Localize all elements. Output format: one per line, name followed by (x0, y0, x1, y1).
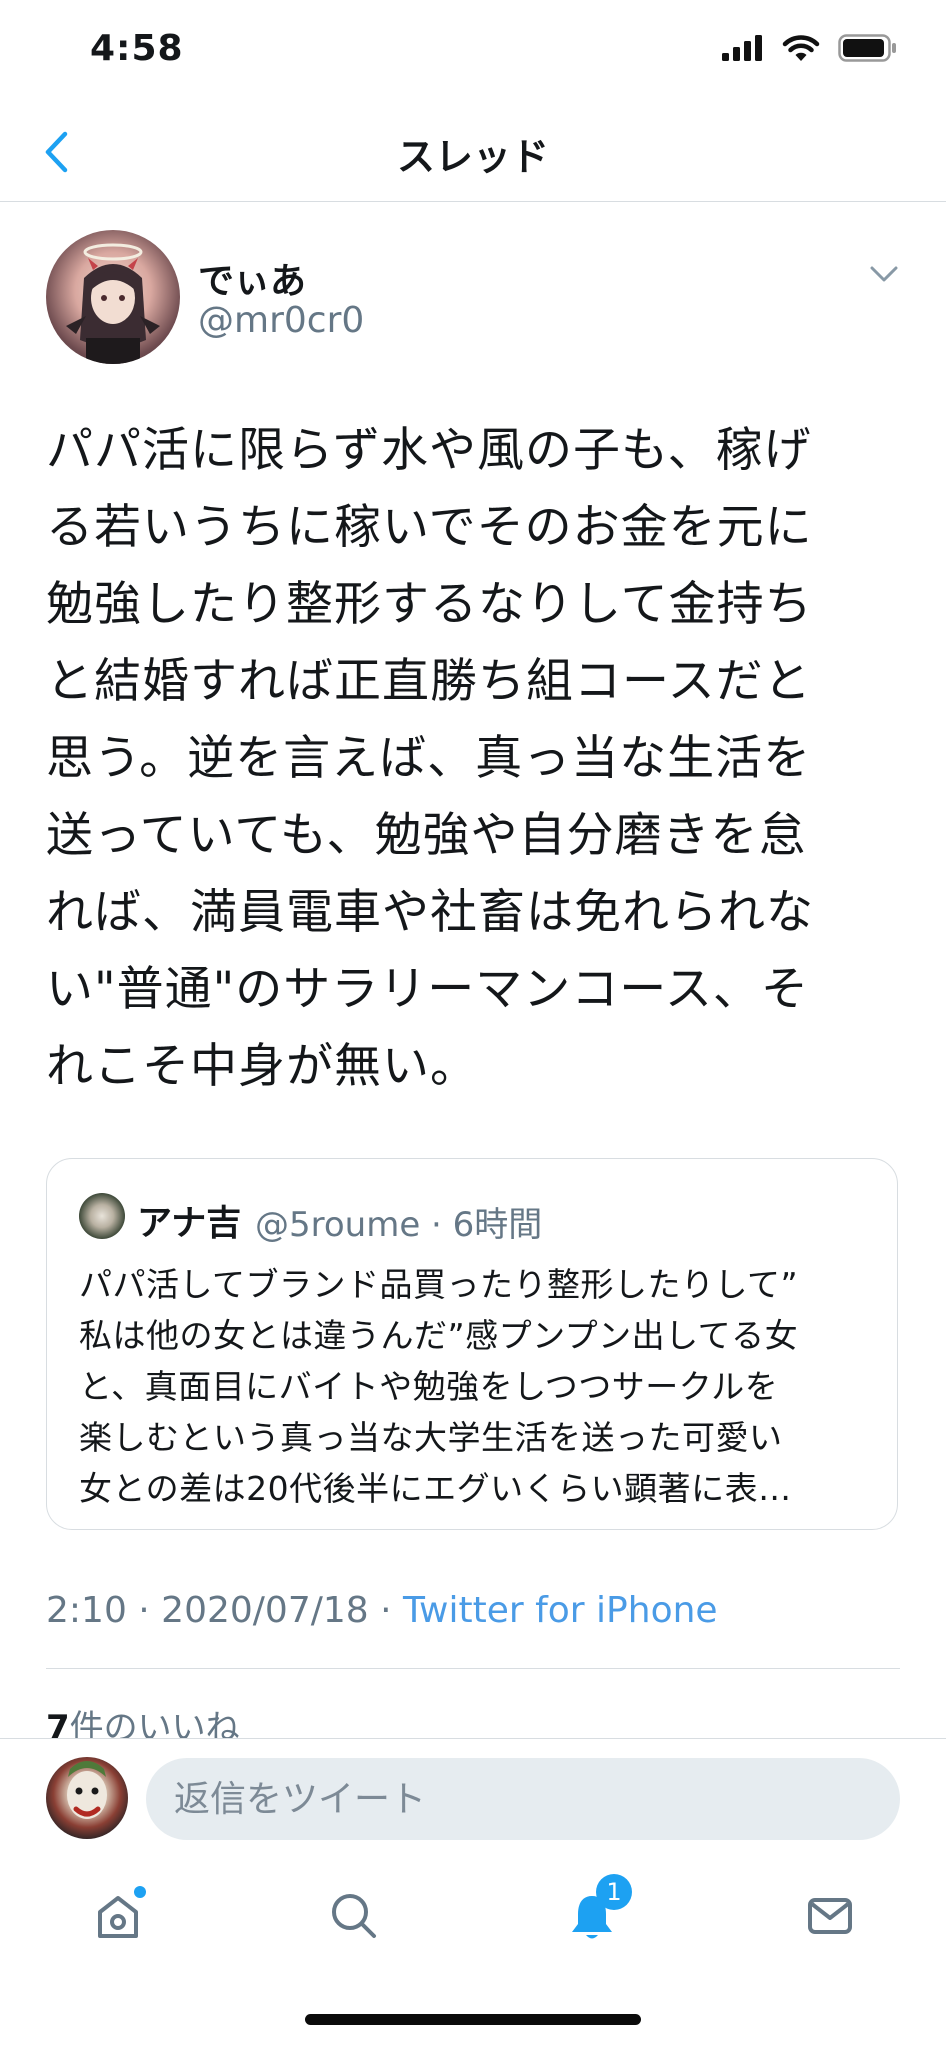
search-icon (332, 1894, 376, 1938)
mail-icon (808, 1898, 852, 1934)
tab-messages[interactable] (794, 1880, 866, 1952)
meta-divider (46, 1668, 900, 1669)
home-indicator (305, 2014, 641, 2025)
home-new-dot (134, 1886, 146, 1898)
tweet-text: パパ活に限らず水や風の子も、稼げ る若いうちに稼いでそのお金を元に 勉強したり整… (46, 423, 814, 1094)
status-icons (722, 34, 898, 62)
battery-icon (838, 34, 896, 62)
tweet-options-button[interactable] (868, 262, 900, 286)
tweet-source-link[interactable]: Twitter for iPhone (403, 1590, 718, 1631)
cellular-signal-icon (722, 35, 762, 61)
reply-input[interactable] (146, 1758, 900, 1840)
tab-home[interactable] (82, 1880, 154, 1952)
quoted-author-avatar (79, 1193, 125, 1239)
tab-notifications[interactable]: 1 (556, 1874, 632, 1952)
my-avatar-illustration (67, 1761, 107, 1819)
tweet-timestamp: 2:10 · 2020/07/18 · (46, 1590, 403, 1631)
tab-search[interactable] (318, 1880, 390, 1952)
page-title: スレッド (396, 135, 549, 179)
quoted-author-name: アナ吉 (137, 1204, 242, 1244)
quoted-tweet-text: パパ活してブランド品買ったり整形したりして” 私は他の女とは違うんだ”感プンプン… (79, 1265, 799, 1508)
author-display-name[interactable]: でぃあ (198, 252, 306, 304)
author-avatar[interactable] (46, 230, 180, 364)
notifications-badge: 1 (596, 1874, 632, 1910)
quoted-author-meta: @5roume · 6時間 (255, 1205, 543, 1245)
wifi-icon (782, 35, 820, 61)
quoted-tweet[interactable]: アナ吉 @5roume · 6時間 パパ活してブランド品買ったり整形したりして”… (46, 1158, 898, 1530)
tweet-meta: 2:10 · 2020/07/18 · Twitter for iPhone (46, 1590, 718, 1631)
nav-divider (0, 201, 946, 202)
chevron-down-icon (870, 266, 898, 282)
avatar-illustration (66, 243, 160, 364)
author-handle[interactable]: @mr0cr0 (198, 300, 364, 341)
status-time: 4:58 (90, 28, 184, 69)
my-avatar[interactable] (46, 1757, 128, 1839)
